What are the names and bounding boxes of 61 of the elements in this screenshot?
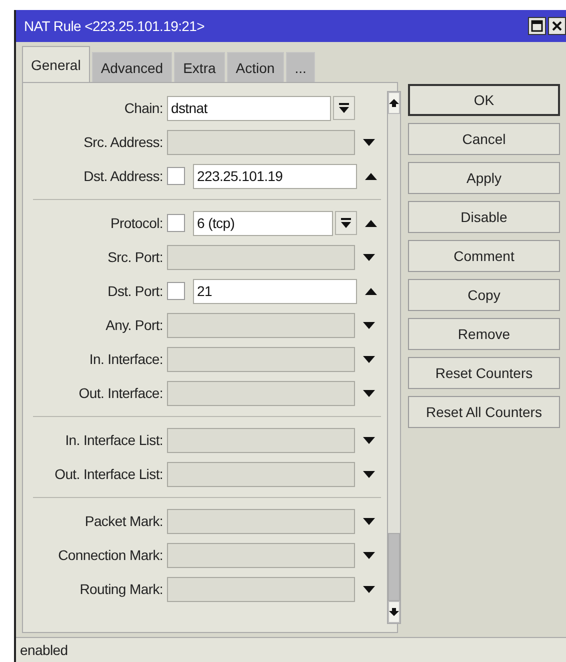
negate-checkbox[interactable]: [167, 167, 185, 185]
field-label: In. Interface:: [88, 351, 164, 367]
input-field[interactable]: [167, 428, 355, 452]
field-label: Connection Mark:: [57, 547, 164, 563]
action-button[interactable]: Cancel: [408, 123, 560, 155]
scroll-thumb[interactable]: [388, 533, 400, 601]
field-label: Src. Port:: [106, 249, 164, 265]
tab[interactable]: Advanced: [92, 52, 172, 82]
down-arrow-icon: [389, 608, 399, 616]
input-field[interactable]: [167, 130, 355, 154]
status-text: enabled: [20, 642, 68, 658]
scroll-down-button[interactable]: [388, 601, 400, 623]
close-icon: [552, 21, 562, 31]
scrollbar[interactable]: [387, 91, 401, 624]
action-button[interactable]: Reset Counters: [408, 357, 560, 389]
input-field[interactable]: [167, 508, 355, 534]
close-button[interactable]: [548, 17, 566, 35]
field-label: Chain:: [123, 100, 164, 116]
action-button[interactable]: Remove: [408, 318, 560, 350]
field-label: Packet Mark:: [84, 513, 164, 529]
input-field[interactable]: [167, 244, 355, 270]
field-label: Dst. Address:: [82, 168, 164, 184]
field-label: In. Interface List:: [64, 432, 164, 448]
field-label: Src. Address:: [82, 134, 164, 150]
field-label: Protocol:: [109, 215, 164, 231]
action-button[interactable]: Apply: [408, 162, 560, 194]
negate-checkbox[interactable]: [167, 214, 185, 232]
input-field[interactable]: [167, 312, 355, 338]
input-field[interactable]: [167, 380, 355, 406]
maximize-button[interactable]: [528, 17, 546, 35]
tab[interactable]: Action: [226, 52, 284, 82]
input-field[interactable]: [167, 576, 355, 602]
tab[interactable]: Extra: [174, 52, 225, 82]
action-button[interactable]: OK: [408, 84, 560, 116]
input-field[interactable]: 223.25.101.19: [193, 164, 357, 188]
field-label: Dst. Port:: [106, 283, 164, 299]
negate-checkbox[interactable]: [167, 282, 185, 300]
chain-field[interactable]: dstnat: [167, 96, 331, 120]
field-label: Routing Mark:: [78, 581, 164, 597]
action-button[interactable]: Disable: [408, 201, 560, 233]
protocol-field[interactable]: 6 (tcp): [193, 210, 333, 236]
action-button[interactable]: Reset All Counters: [408, 396, 560, 428]
up-arrow-icon: [389, 99, 399, 107]
dropdown-button[interactable]: [335, 211, 357, 235]
input-field[interactable]: 21: [193, 278, 357, 304]
input-field[interactable]: [167, 542, 355, 568]
field-label: Out. Interface List:: [54, 466, 164, 482]
scroll-up-button[interactable]: [388, 92, 400, 114]
field-label: Out. Interface:: [78, 385, 164, 401]
dropdown-button[interactable]: [333, 96, 355, 120]
dropdown-icon: [339, 102, 349, 114]
input-field[interactable]: [167, 462, 355, 486]
action-button[interactable]: Comment: [408, 240, 560, 272]
action-button[interactable]: Copy: [408, 279, 560, 311]
dropdown-icon: [341, 218, 351, 228]
field-label: Any. Port:: [104, 317, 164, 333]
input-field[interactable]: [167, 346, 355, 372]
tab[interactable]: General: [22, 46, 90, 82]
tab[interactable]: ...: [286, 52, 316, 82]
window-title: NAT Rule <223.25.101.19:21>: [24, 18, 205, 34]
maximize-icon: [531, 20, 543, 32]
